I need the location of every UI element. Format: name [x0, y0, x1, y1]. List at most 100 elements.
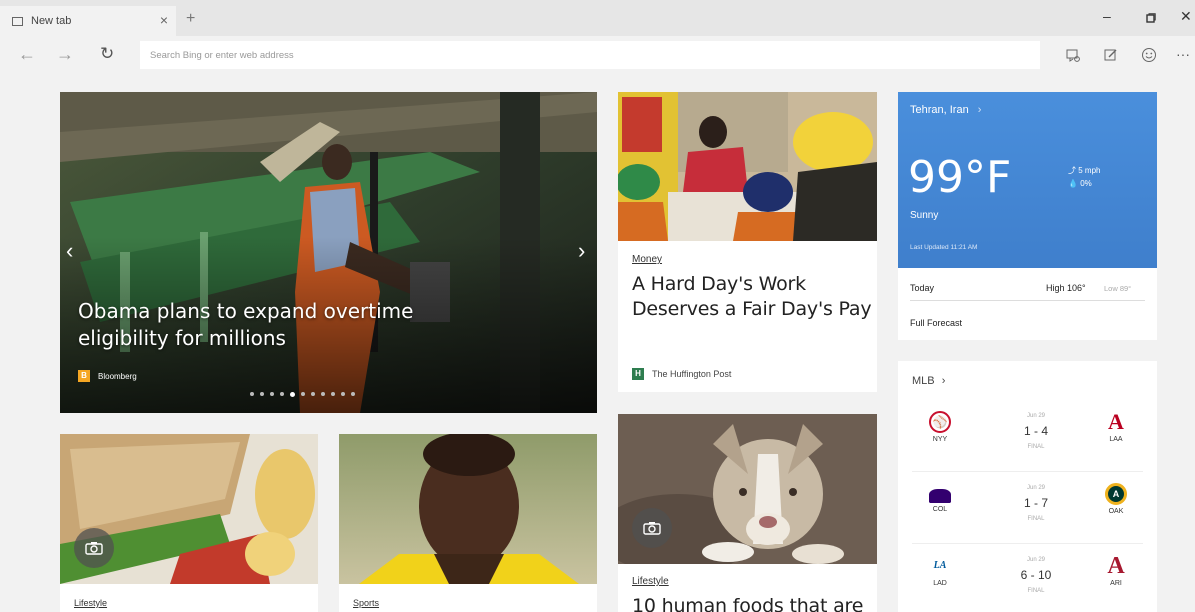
hero-headline[interactable]: Obama plans to expand overtime eligibili… — [78, 298, 413, 352]
angels-logo-icon: A — [1108, 409, 1124, 434]
game-row[interactable]: ⚾ NYY Jun 29 1 - 4 FINAL A LAA — [898, 401, 1157, 471]
money-headline-line2: Deserves a Fair Day's Pay — [632, 298, 872, 320]
weather-temperature: 99°F — [908, 152, 1012, 203]
game-row[interactable]: LA LAD Jun 29 6 - 10 FINAL A ARI — [898, 545, 1157, 612]
sports-category-link[interactable]: Sports — [353, 598, 379, 608]
hero-headline-line2: eligibility for millions — [78, 326, 286, 350]
carousel-dot[interactable] — [260, 392, 264, 396]
location-chevron-icon: › — [977, 104, 982, 116]
tab-new-tab[interactable]: New tab × — [0, 6, 176, 36]
hero-headline-line1: Obama plans to expand overtime — [78, 299, 414, 323]
tab-close-icon[interactable]: × — [160, 12, 168, 28]
money-category-link[interactable]: Money — [632, 254, 662, 265]
restore-icon — [1146, 13, 1156, 23]
wind-icon: ⤴ — [1068, 166, 1076, 175]
mlb-chevron-icon: › — [941, 375, 946, 387]
feedback-smiley-icon[interactable] — [1141, 47, 1157, 63]
game-score: 1 - 7 — [1023, 496, 1048, 510]
carousel-dot[interactable] — [290, 392, 295, 397]
full-forecast-link[interactable]: Full Forecast — [910, 318, 962, 328]
refresh-icon[interactable]: ↻ — [100, 44, 114, 64]
precipitation: 0% — [1080, 179, 1092, 188]
game-date: Jun 29 — [1026, 557, 1045, 563]
weather-high: High 106° — [1046, 283, 1086, 293]
diamondbacks-logo-icon: A — [1107, 553, 1125, 579]
carousel-dot[interactable] — [351, 392, 355, 396]
address-bar[interactable]: Search Bing or enter web address — [140, 41, 1040, 69]
huffpost-logo-icon: H — [632, 368, 644, 380]
title-bar: New tab × + – ✕ — [0, 0, 1195, 36]
tab-title: New tab — [31, 15, 72, 27]
team-away: A LAA — [1096, 409, 1136, 444]
team-home: ⚾ NYY — [920, 411, 960, 443]
hero-card[interactable]: ‹ › Obama plans to expand overtime eligi… — [60, 92, 597, 413]
weather-low: Low 89° — [1104, 284, 1132, 293]
camera-icon — [632, 508, 672, 548]
lifestyle-2-headline[interactable]: 10 human foods that are — [632, 594, 872, 612]
mlb-title[interactable]: MLB › — [912, 375, 945, 387]
forward-arrow-icon[interactable]: → — [56, 44, 74, 65]
game-date: Jun 29 — [1026, 413, 1045, 419]
athletics-logo-icon: A — [1105, 483, 1127, 505]
game-status: FINAL — [1027, 588, 1045, 594]
hero-source[interactable]: B Bloomberg — [78, 370, 137, 382]
sports-image — [339, 434, 597, 584]
game-divider — [912, 471, 1143, 472]
navigation-bar: ← → ↻ Search Bing or enter web address ·… — [0, 36, 1195, 76]
address-placeholder: Search Bing or enter web address — [150, 49, 294, 61]
weather-header: Tehran, Iran › 99°F ⤴ 5 mph 💧 0% Sunny L… — [898, 92, 1157, 268]
game-status: FINAL — [1027, 444, 1045, 450]
restore-button[interactable] — [1146, 10, 1156, 26]
team-home: LA LAD — [920, 555, 960, 587]
carousel-dot[interactable] — [341, 392, 345, 396]
money-headline-line1: A Hard Day's Work — [632, 273, 806, 295]
minimize-button[interactable]: – — [1103, 8, 1111, 24]
lifestyle-card-2[interactable]: Lifestyle 10 human foods that are — [618, 414, 877, 612]
camera-icon — [74, 528, 114, 568]
carousel-dot[interactable] — [250, 392, 254, 396]
game-row[interactable]: COL Jun 29 1 - 7 FINAL A OAK — [898, 473, 1157, 543]
reading-view-icon[interactable] — [1066, 48, 1080, 62]
carousel-dot[interactable] — [280, 392, 284, 396]
game-status: FINAL — [1027, 516, 1045, 522]
weather-condition: Sunny — [910, 210, 939, 221]
game-date: Jun 29 — [1026, 485, 1045, 491]
yankees-logo-icon: ⚾ — [929, 411, 951, 433]
close-window-button[interactable]: ✕ — [1180, 8, 1192, 25]
lifestyle-card-1[interactable]: Lifestyle — [60, 434, 318, 612]
web-note-icon[interactable] — [1104, 48, 1118, 62]
hero-next-arrow-icon[interactable]: › — [578, 238, 585, 264]
hero-source-name: Bloomberg — [98, 371, 137, 381]
game-score: 6 - 10 — [1020, 568, 1052, 582]
hero-carousel-dots — [250, 392, 355, 397]
team-home: COL — [920, 483, 960, 513]
hero-prev-arrow-icon[interactable]: ‹ — [66, 238, 73, 264]
dodgers-logo-icon: LA — [933, 560, 947, 571]
mlb-card[interactable]: MLB › ⚾ NYY Jun 29 1 - 4 FINAL A LAA COL… — [898, 361, 1157, 612]
bloomberg-logo-icon: B — [78, 370, 90, 382]
carousel-dot[interactable] — [321, 392, 325, 396]
weather-last-updated: Last Updated 11:21 AM — [910, 244, 978, 251]
lifestyle-2-category-link[interactable]: Lifestyle — [632, 576, 669, 587]
carousel-dot[interactable] — [270, 392, 274, 396]
money-headline[interactable]: A Hard Day's Work Deserves a Fair Day's … — [632, 272, 872, 322]
money-card[interactable]: Money A Hard Day's Work Deserves a Fair … — [618, 92, 877, 392]
carousel-dot[interactable] — [331, 392, 335, 396]
raindrop-icon: 💧 — [1068, 179, 1078, 188]
weather-location[interactable]: Tehran, Iran › — [910, 104, 981, 116]
sports-card[interactable]: Sports — [339, 434, 597, 612]
new-tab-button[interactable]: + — [186, 10, 195, 28]
carousel-dot[interactable] — [301, 392, 305, 396]
carousel-dot[interactable] — [311, 392, 315, 396]
back-arrow-icon[interactable]: ← — [18, 44, 36, 65]
money-card-image — [618, 92, 877, 241]
lifestyle-1-category-link[interactable]: Lifestyle — [74, 598, 107, 608]
tab-page-icon — [12, 16, 23, 26]
weather-card[interactable]: Tehran, Iran › 99°F ⤴ 5 mph 💧 0% Sunny L… — [898, 92, 1157, 340]
game-score: 1 - 4 — [1023, 424, 1048, 438]
money-source[interactable]: H The Huffington Post — [632, 368, 731, 380]
money-source-name: The Huffington Post — [652, 369, 732, 379]
hero-image — [60, 92, 597, 413]
weather-details: ⤴ 5 mph 💧 0% — [1068, 164, 1100, 190]
more-icon[interactable]: ··· — [1176, 46, 1190, 62]
